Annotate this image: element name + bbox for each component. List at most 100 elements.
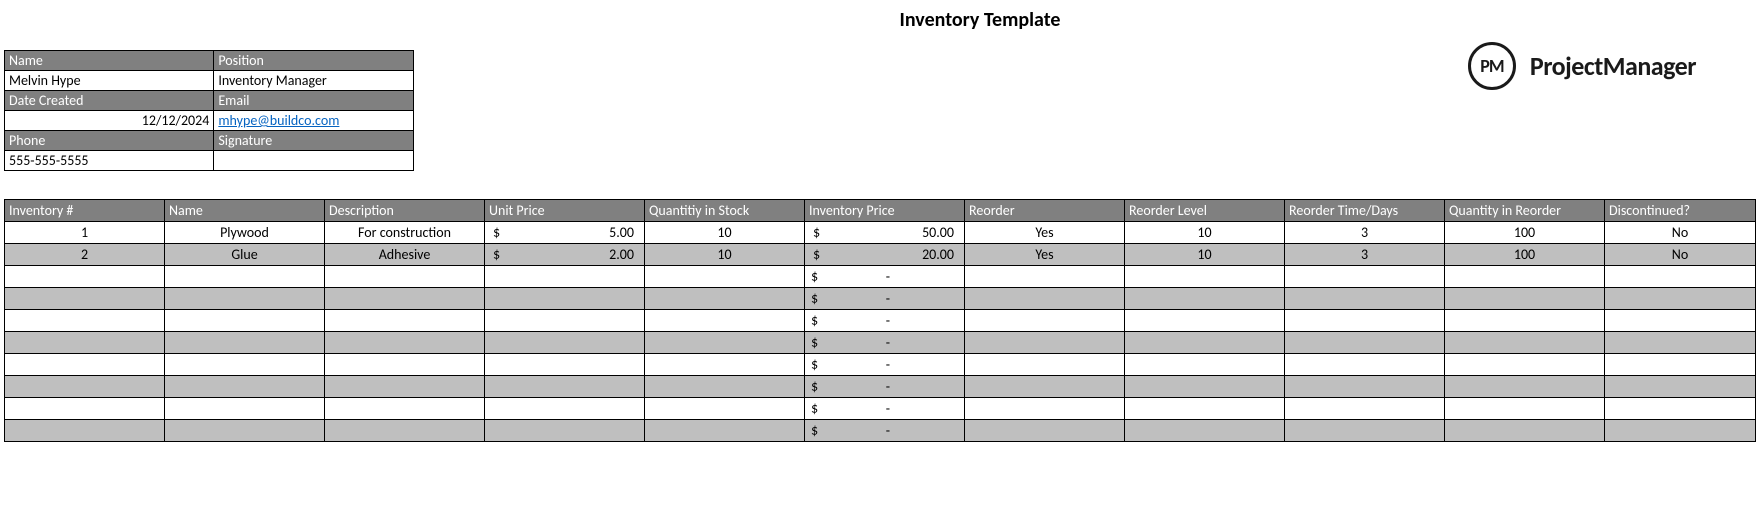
cell-reorder-level[interactable] <box>1125 376 1285 398</box>
cell-discontinued[interactable]: No <box>1605 222 1756 244</box>
cell-discontinued[interactable] <box>1605 266 1756 288</box>
cell-reorder[interactable] <box>965 288 1125 310</box>
cell-name[interactable] <box>165 332 325 354</box>
cell-inventory-price[interactable]: $20.00 <box>805 244 965 266</box>
cell-name[interactable] <box>165 354 325 376</box>
cell-qty-reorder[interactable] <box>1445 354 1605 376</box>
cell-inventory-price[interactable]: $- <box>805 376 965 398</box>
cell-discontinued[interactable]: No <box>1605 244 1756 266</box>
cell-inventory-number[interactable] <box>5 420 165 442</box>
cell-inventory-number[interactable] <box>5 376 165 398</box>
cell-reorder-level[interactable] <box>1125 332 1285 354</box>
cell-unit-price[interactable]: $5.00 <box>485 222 645 244</box>
cell-inventory-price[interactable]: $- <box>805 266 965 288</box>
cell-inventory-number[interactable] <box>5 354 165 376</box>
cell-unit-price[interactable] <box>485 310 645 332</box>
cell-name[interactable] <box>165 288 325 310</box>
cell-reorder-time[interactable] <box>1285 266 1445 288</box>
info-date-value[interactable]: 12/12/2024 <box>5 111 214 131</box>
cell-reorder-time[interactable] <box>1285 288 1445 310</box>
cell-description[interactable] <box>325 310 485 332</box>
cell-description[interactable] <box>325 376 485 398</box>
cell-description[interactable] <box>325 354 485 376</box>
cell-discontinued[interactable] <box>1605 354 1756 376</box>
cell-qty-stock[interactable] <box>645 288 805 310</box>
email-link[interactable]: mhype@buildco.com <box>218 112 339 129</box>
info-name-value[interactable]: Melvin Hype <box>5 71 214 91</box>
cell-name[interactable]: Glue <box>165 244 325 266</box>
info-position-value[interactable]: Inventory Manager <box>214 71 414 91</box>
cell-inventory-number[interactable]: 1 <box>5 222 165 244</box>
cell-discontinued[interactable] <box>1605 376 1756 398</box>
cell-qty-reorder[interactable]: 100 <box>1445 222 1605 244</box>
cell-name[interactable] <box>165 420 325 442</box>
cell-qty-stock[interactable] <box>645 376 805 398</box>
cell-reorder-time[interactable] <box>1285 354 1445 376</box>
cell-reorder[interactable] <box>965 332 1125 354</box>
cell-reorder[interactable] <box>965 376 1125 398</box>
info-signature-value[interactable] <box>214 151 414 171</box>
cell-name[interactable] <box>165 266 325 288</box>
cell-reorder-time[interactable] <box>1285 420 1445 442</box>
cell-qty-reorder[interactable] <box>1445 266 1605 288</box>
cell-reorder[interactable]: Yes <box>965 244 1125 266</box>
cell-inventory-number[interactable] <box>5 310 165 332</box>
cell-reorder-level[interactable] <box>1125 310 1285 332</box>
cell-qty-reorder[interactable] <box>1445 288 1605 310</box>
cell-reorder-level[interactable] <box>1125 354 1285 376</box>
cell-name[interactable]: Plywood <box>165 222 325 244</box>
cell-qty-reorder[interactable] <box>1445 376 1605 398</box>
cell-qty-stock[interactable] <box>645 266 805 288</box>
cell-qty-reorder[interactable] <box>1445 420 1605 442</box>
cell-unit-price[interactable] <box>485 376 645 398</box>
cell-inventory-number[interactable] <box>5 266 165 288</box>
cell-inventory-price[interactable]: $- <box>805 288 965 310</box>
cell-inventory-price[interactable]: $- <box>805 398 965 420</box>
cell-reorder-level[interactable] <box>1125 266 1285 288</box>
cell-qty-stock[interactable] <box>645 310 805 332</box>
cell-qty-stock[interactable]: 10 <box>645 222 805 244</box>
cell-name[interactable] <box>165 376 325 398</box>
cell-inventory-price[interactable]: $50.00 <box>805 222 965 244</box>
cell-inventory-price[interactable]: $- <box>805 420 965 442</box>
cell-reorder-level[interactable]: 10 <box>1125 222 1285 244</box>
cell-name[interactable] <box>165 310 325 332</box>
cell-reorder-level[interactable]: 10 <box>1125 244 1285 266</box>
cell-discontinued[interactable] <box>1605 332 1756 354</box>
cell-description[interactable] <box>325 332 485 354</box>
cell-description[interactable]: Adhesive <box>325 244 485 266</box>
cell-reorder-time[interactable] <box>1285 398 1445 420</box>
cell-reorder-level[interactable] <box>1125 398 1285 420</box>
cell-inventory-number[interactable]: 2 <box>5 244 165 266</box>
cell-inventory-price[interactable]: $- <box>805 332 965 354</box>
cell-qty-reorder[interactable] <box>1445 398 1605 420</box>
cell-qty-stock[interactable] <box>645 420 805 442</box>
cell-unit-price[interactable] <box>485 420 645 442</box>
cell-reorder-time[interactable] <box>1285 376 1445 398</box>
cell-discontinued[interactable] <box>1605 310 1756 332</box>
cell-unit-price[interactable] <box>485 288 645 310</box>
cell-reorder-time[interactable] <box>1285 310 1445 332</box>
cell-qty-reorder[interactable] <box>1445 332 1605 354</box>
cell-qty-stock[interactable]: 10 <box>645 244 805 266</box>
cell-qty-stock[interactable] <box>645 354 805 376</box>
info-email-value[interactable]: mhype@buildco.com <box>214 111 414 131</box>
cell-inventory-price[interactable]: $- <box>805 310 965 332</box>
cell-unit-price[interactable] <box>485 266 645 288</box>
cell-discontinued[interactable] <box>1605 288 1756 310</box>
cell-qty-reorder[interactable]: 100 <box>1445 244 1605 266</box>
cell-qty-reorder[interactable] <box>1445 310 1605 332</box>
cell-unit-price[interactable] <box>485 398 645 420</box>
cell-reorder[interactable] <box>965 310 1125 332</box>
cell-reorder[interactable] <box>965 420 1125 442</box>
cell-reorder[interactable] <box>965 354 1125 376</box>
cell-inventory-price[interactable]: $- <box>805 354 965 376</box>
cell-reorder[interactable]: Yes <box>965 222 1125 244</box>
cell-description[interactable] <box>325 398 485 420</box>
cell-inventory-number[interactable] <box>5 288 165 310</box>
cell-inventory-number[interactable] <box>5 398 165 420</box>
cell-inventory-number[interactable] <box>5 332 165 354</box>
cell-reorder-time[interactable]: 3 <box>1285 222 1445 244</box>
cell-qty-stock[interactable] <box>645 398 805 420</box>
cell-reorder-level[interactable] <box>1125 420 1285 442</box>
